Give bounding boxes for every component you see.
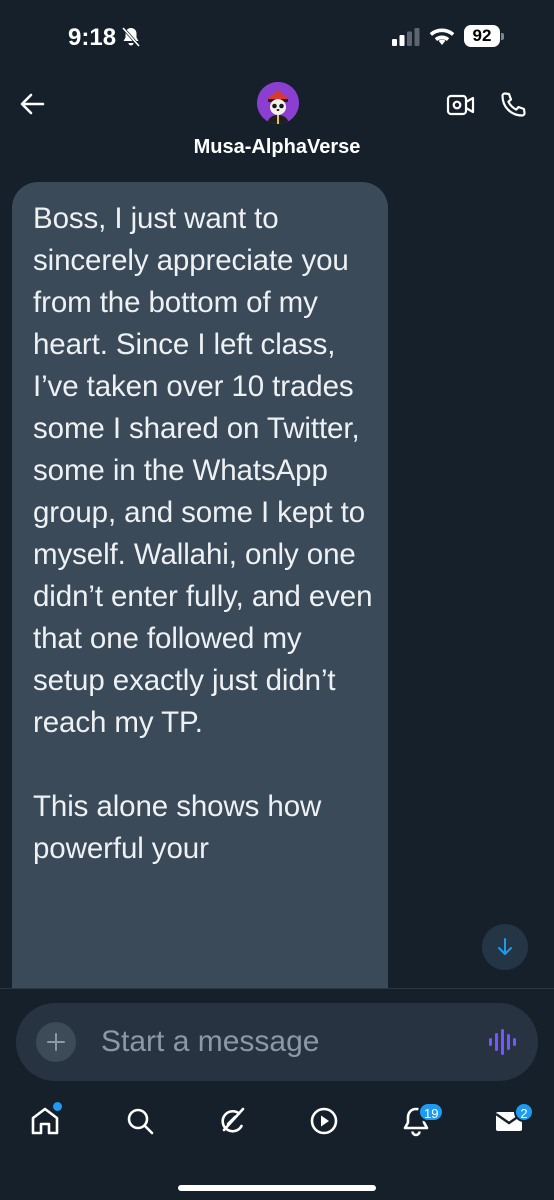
composer-area — [0, 988, 554, 1085]
avatar[interactable] — [257, 82, 299, 124]
grok-icon — [215, 1107, 249, 1142]
video-call-icon[interactable] — [446, 92, 476, 123]
battery-indicator: 92 — [464, 25, 504, 49]
messages-badge: 2 — [514, 1102, 534, 1122]
tab-home[interactable] — [28, 1104, 68, 1144]
home-unread-dot — [53, 1102, 62, 1111]
notifications-badge: 19 — [418, 1102, 445, 1122]
plus-icon — [46, 1032, 66, 1057]
battery-level: 92 — [464, 25, 500, 47]
message-text: Boss, I just want to sincerely appreciat… — [33, 202, 373, 865]
message-composer — [16, 1003, 538, 1081]
conversation-header: Musa-AlphaVerse — [0, 70, 554, 162]
mail-icon — [492, 1112, 526, 1142]
message-bubble[interactable]: Boss, I just want to sincerely appreciat… — [12, 182, 388, 988]
play-icon — [307, 1107, 341, 1142]
tab-video[interactable] — [307, 1104, 347, 1144]
back-arrow-icon[interactable] — [18, 90, 46, 123]
message-thread[interactable]: Boss, I just want to sincerely appreciat… — [0, 162, 554, 988]
search-icon — [123, 1108, 157, 1142]
home-icon — [28, 1107, 62, 1142]
bottom-tab-bar: 19 2 — [0, 1084, 554, 1200]
arrow-down-icon — [496, 937, 514, 962]
tab-search[interactable] — [123, 1104, 163, 1144]
wifi-icon — [428, 25, 456, 52]
bell-off-icon — [120, 26, 142, 53]
status-time: 9:18 — [68, 24, 117, 51]
phone-icon[interactable] — [498, 90, 528, 125]
add-media-button[interactable] — [36, 1022, 76, 1062]
scroll-to-bottom-button[interactable] — [482, 924, 528, 970]
bell-icon — [399, 1107, 433, 1142]
signal-icon — [392, 28, 420, 51]
message-input[interactable] — [101, 1021, 461, 1063]
status-bar: 9:18 92 — [0, 0, 554, 70]
tab-grok[interactable] — [215, 1104, 255, 1144]
contact-name[interactable]: Musa-AlphaVerse — [0, 136, 554, 159]
voice-wave-icon[interactable] — [488, 1027, 516, 1062]
home-indicator[interactable] — [178, 1185, 376, 1191]
